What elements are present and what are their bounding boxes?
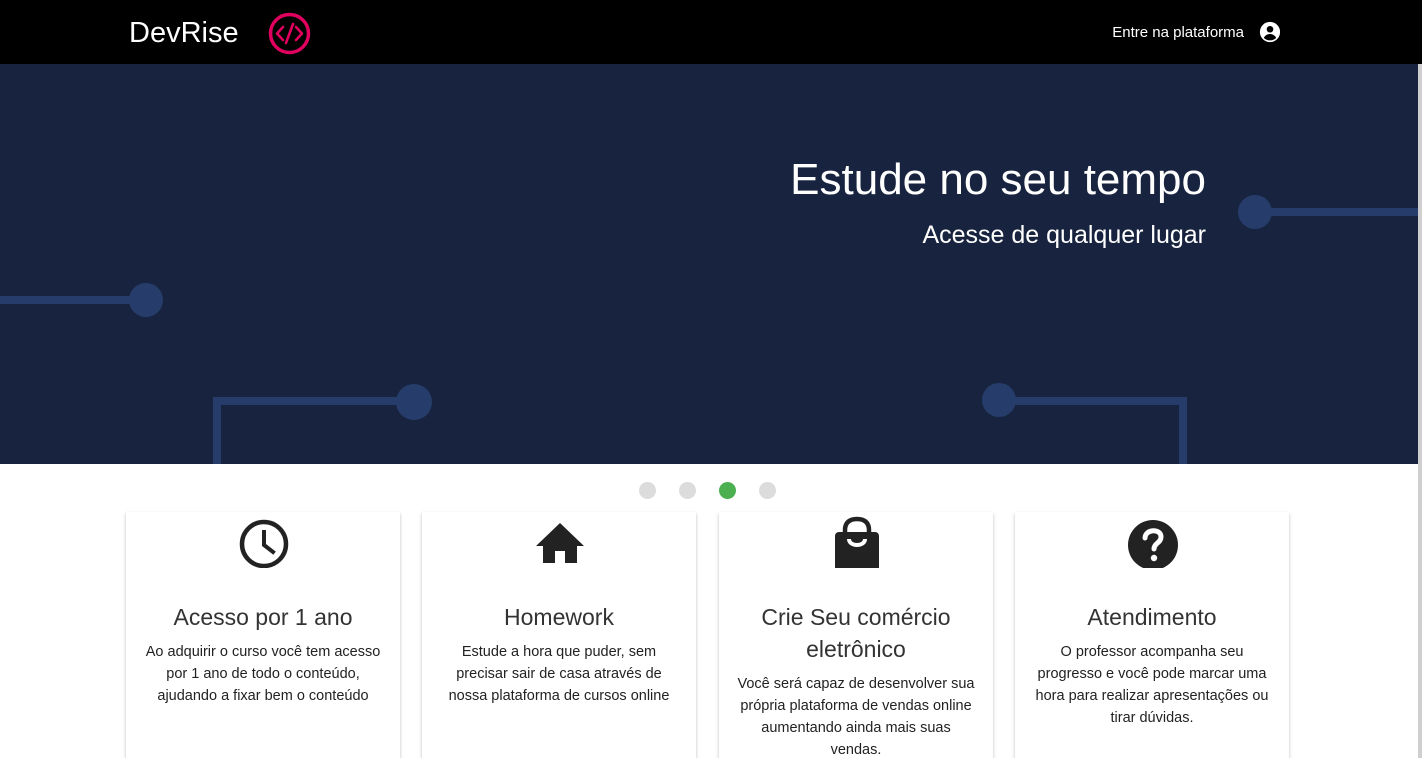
clock-icon <box>239 519 289 568</box>
carousel-dot-4[interactable] <box>759 482 776 499</box>
feature-card-support: Atendimento O professor acompanha seu pr… <box>1015 512 1289 758</box>
feature-card-ecommerce: Crie Seu comércio eletrônico Você será c… <box>719 512 993 758</box>
help-circle-icon <box>1128 520 1178 568</box>
hero-title: Estude no seu tempo <box>790 155 1206 204</box>
carousel-dot-3[interactable] <box>719 482 736 499</box>
brand-name[interactable]: DevRise <box>129 14 239 52</box>
card-text: Estude a hora que puder, sem precisar sa… <box>448 644 670 704</box>
feature-card-homework: Homework Estude a hora que puder, sem pr… <box>422 512 696 758</box>
card-title: Acesso por 1 ano <box>173 604 353 630</box>
card-title: Atendimento <box>1087 604 1217 630</box>
shopping-bag-icon <box>835 516 879 568</box>
page-scrollbar[interactable] <box>1418 64 1422 758</box>
code-circle-icon[interactable] <box>267 11 312 56</box>
card-title: Crie Seu comércio eletrônico <box>761 604 951 662</box>
top-navbar: DevRise Entre na plataforma <box>0 0 1422 64</box>
circuit-decoration <box>0 195 1422 464</box>
account-circle-icon[interactable] <box>1259 21 1281 43</box>
card-title: Homework <box>504 604 614 630</box>
card-text: O professor acompanha seu progresso e vo… <box>1035 644 1269 726</box>
carousel-dot-1[interactable] <box>639 482 656 499</box>
feature-card-access: Acesso por 1 ano Ao adquirir o curso voc… <box>126 512 400 758</box>
card-text: Ao adquirir o curso você tem acesso por … <box>145 644 381 704</box>
login-link[interactable]: Entre na plataforma <box>1112 22 1244 44</box>
home-icon <box>536 523 584 563</box>
card-text: Você será capaz de desenvolver sua própr… <box>737 676 975 758</box>
hero-subtitle: Acesse de qualquer lugar <box>922 221 1206 249</box>
carousel-dot-2[interactable] <box>679 482 696 499</box>
hero-carousel-slide[interactable]: Estude no seu tempo Acesse de qualquer l… <box>0 64 1422 464</box>
